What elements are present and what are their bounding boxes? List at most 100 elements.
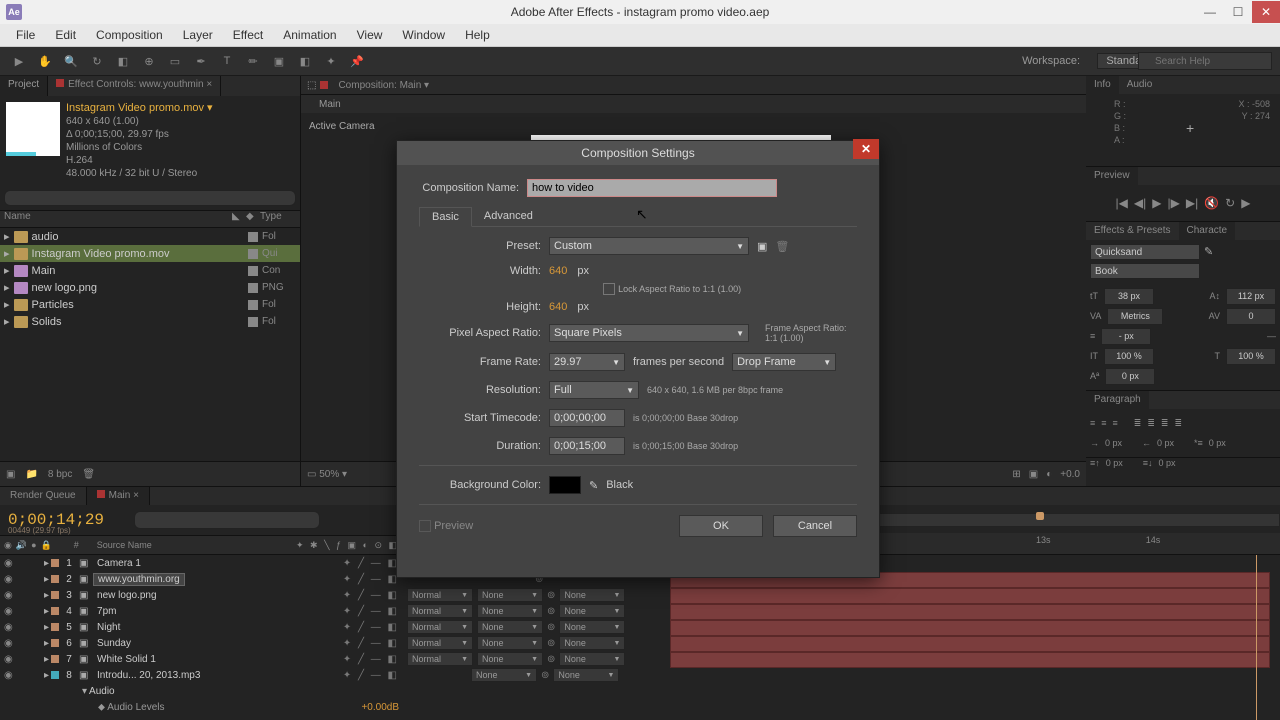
rotation-tool-icon[interactable]: ↻ xyxy=(86,50,108,72)
bg-color-swatch[interactable] xyxy=(549,476,581,494)
viewer-option-icon[interactable]: ⊞ xyxy=(1012,469,1020,480)
width-input[interactable]: 640 xyxy=(549,265,567,277)
exposure-value[interactable]: +0.0 xyxy=(1060,469,1080,480)
delete-preset-icon[interactable]: 🗑 xyxy=(775,240,789,253)
menu-effect[interactable]: Effect xyxy=(223,25,273,45)
stroke-style-icon[interactable]: — xyxy=(1267,331,1276,341)
new-folder-icon[interactable]: 📁 xyxy=(25,469,37,480)
justify-icon[interactable]: ≣ xyxy=(1161,418,1169,429)
tab-render-queue[interactable]: Render Queue xyxy=(0,487,87,505)
menu-file[interactable]: File xyxy=(6,25,45,45)
project-item[interactable]: ▸ParticlesFol xyxy=(0,296,300,313)
play-icon[interactable]: ▶ xyxy=(1152,196,1161,210)
tab-basic[interactable]: Basic xyxy=(419,207,472,227)
vscale-input[interactable] xyxy=(1104,348,1154,365)
last-frame-icon[interactable]: ▶| xyxy=(1186,196,1198,210)
ok-button[interactable]: OK xyxy=(679,515,763,537)
eyedropper-icon[interactable]: ✎ xyxy=(589,479,598,492)
font-size-input[interactable] xyxy=(1104,288,1154,305)
search-help-input[interactable] xyxy=(1138,52,1272,70)
project-search-input[interactable] xyxy=(4,190,296,206)
tab-audio[interactable]: Audio xyxy=(1119,76,1161,94)
viewer-lock-icon[interactable]: ⬚ xyxy=(307,80,316,91)
eye-column-icon[interactable]: ◉ xyxy=(4,540,12,551)
height-input[interactable]: 640 xyxy=(549,301,567,313)
next-frame-icon[interactable]: |▶ xyxy=(1167,196,1179,210)
camera-tool-icon[interactable]: ◧ xyxy=(112,50,134,72)
project-item[interactable]: ▸Instagram Video promo.movQui xyxy=(0,245,300,262)
menu-view[interactable]: View xyxy=(347,25,393,45)
project-item[interactable]: ▸new logo.pngPNG xyxy=(0,279,300,296)
project-item[interactable]: ▸MainCon xyxy=(0,262,300,279)
baseline-input[interactable] xyxy=(1105,368,1155,385)
ram-preview-icon[interactable]: ▶ xyxy=(1241,196,1250,210)
justify-icon[interactable]: ≣ xyxy=(1147,418,1155,429)
tab-advanced[interactable]: Advanced xyxy=(472,207,545,226)
viewer-option-icon[interactable]: ◐ xyxy=(1046,469,1052,480)
tab-character[interactable]: Characte xyxy=(1179,222,1236,240)
menu-edit[interactable]: Edit xyxy=(45,25,86,45)
minimize-button[interactable]: — xyxy=(1196,1,1224,23)
stroke-input[interactable] xyxy=(1101,328,1151,345)
viewer-comp-dropdown[interactable]: Composition: Main ▾ xyxy=(332,78,435,93)
lock-column-icon[interactable]: 🔒 xyxy=(41,540,52,551)
pan-behind-tool-icon[interactable]: ⊕ xyxy=(138,50,160,72)
font-style-input[interactable] xyxy=(1090,263,1200,279)
tracking-input[interactable] xyxy=(1226,308,1276,325)
viewer-option-icon[interactable]: ▣ xyxy=(1029,469,1038,480)
project-item[interactable]: ▸SolidsFol xyxy=(0,313,300,330)
cancel-button[interactable]: Cancel xyxy=(773,515,857,537)
timeline-search-input[interactable] xyxy=(134,511,320,529)
tab-project[interactable]: Project xyxy=(0,76,48,96)
prev-frame-icon[interactable]: ◀| xyxy=(1134,196,1146,210)
start-timecode-input[interactable] xyxy=(549,409,625,427)
first-frame-icon[interactable]: |◀ xyxy=(1116,196,1128,210)
hand-tool-icon[interactable]: ✋ xyxy=(34,50,56,72)
tab-preview[interactable]: Preview xyxy=(1086,167,1138,185)
brush-tool-icon[interactable]: ✏ xyxy=(242,50,264,72)
frame-rate-input[interactable]: 29.97▼ xyxy=(549,353,625,371)
dialog-close-button[interactable]: ✕ xyxy=(853,139,879,159)
interpret-footage-icon[interactable]: ▣ xyxy=(6,469,15,480)
zoom-dropdown[interactable]: ▭ 50% ▾ xyxy=(307,469,347,480)
delete-icon[interactable]: 🗑 xyxy=(82,469,95,480)
col-type[interactable]: Type xyxy=(260,211,300,227)
eyedropper-icon[interactable]: ✎ xyxy=(1204,246,1213,258)
kerning-input[interactable] xyxy=(1107,308,1163,325)
tab-paragraph[interactable]: Paragraph xyxy=(1086,391,1149,409)
menu-window[interactable]: Window xyxy=(392,25,455,45)
menu-help[interactable]: Help xyxy=(455,25,500,45)
zoom-tool-icon[interactable]: 🔍 xyxy=(60,50,82,72)
pen-tool-icon[interactable]: ✒ xyxy=(190,50,212,72)
pixel-aspect-dropdown[interactable]: Square Pixels▼ xyxy=(549,324,749,342)
menu-composition[interactable]: Composition xyxy=(86,25,173,45)
comp-name-input[interactable] xyxy=(527,179,777,197)
lock-aspect-checkbox[interactable] xyxy=(603,283,615,295)
justify-icon[interactable]: ≣ xyxy=(1174,418,1182,429)
menu-layer[interactable]: Layer xyxy=(173,25,223,45)
preset-dropdown[interactable]: Custom▼ xyxy=(549,237,749,255)
tab-effect-controls[interactable]: Effect Controls: www.youthmin × xyxy=(48,76,221,96)
eraser-tool-icon[interactable]: ◧ xyxy=(294,50,316,72)
align-center-icon[interactable]: ≡ xyxy=(1101,418,1106,428)
tab-timeline-main[interactable]: Main × xyxy=(87,487,150,505)
save-preset-icon[interactable]: ▣ xyxy=(757,240,767,253)
rect-tool-icon[interactable]: ▭ xyxy=(164,50,186,72)
close-button[interactable]: ✕ xyxy=(1252,1,1280,23)
loop-icon[interactable]: ↻ xyxy=(1225,196,1235,210)
audio-column-icon[interactable]: 🔊 xyxy=(16,540,27,551)
justify-icon[interactable]: ≣ xyxy=(1134,418,1142,429)
font-family-input[interactable] xyxy=(1090,244,1200,260)
text-tool-icon[interactable]: T xyxy=(216,50,238,72)
mute-icon[interactable]: 🔇 xyxy=(1204,196,1219,210)
roto-tool-icon[interactable]: ✦ xyxy=(320,50,342,72)
solo-column-icon[interactable]: ● xyxy=(31,540,36,550)
bpc-label[interactable]: 8 bpc xyxy=(48,469,72,480)
align-left-icon[interactable]: ≡ xyxy=(1090,418,1095,428)
menu-animation[interactable]: Animation xyxy=(273,25,346,45)
hscale-input[interactable] xyxy=(1226,348,1276,365)
tab-effects-presets[interactable]: Effects & Presets xyxy=(1086,222,1179,240)
maximize-button[interactable]: ☐ xyxy=(1224,1,1252,23)
tab-info[interactable]: Info xyxy=(1086,76,1119,94)
resolution-dropdown[interactable]: Full▼ xyxy=(549,381,639,399)
